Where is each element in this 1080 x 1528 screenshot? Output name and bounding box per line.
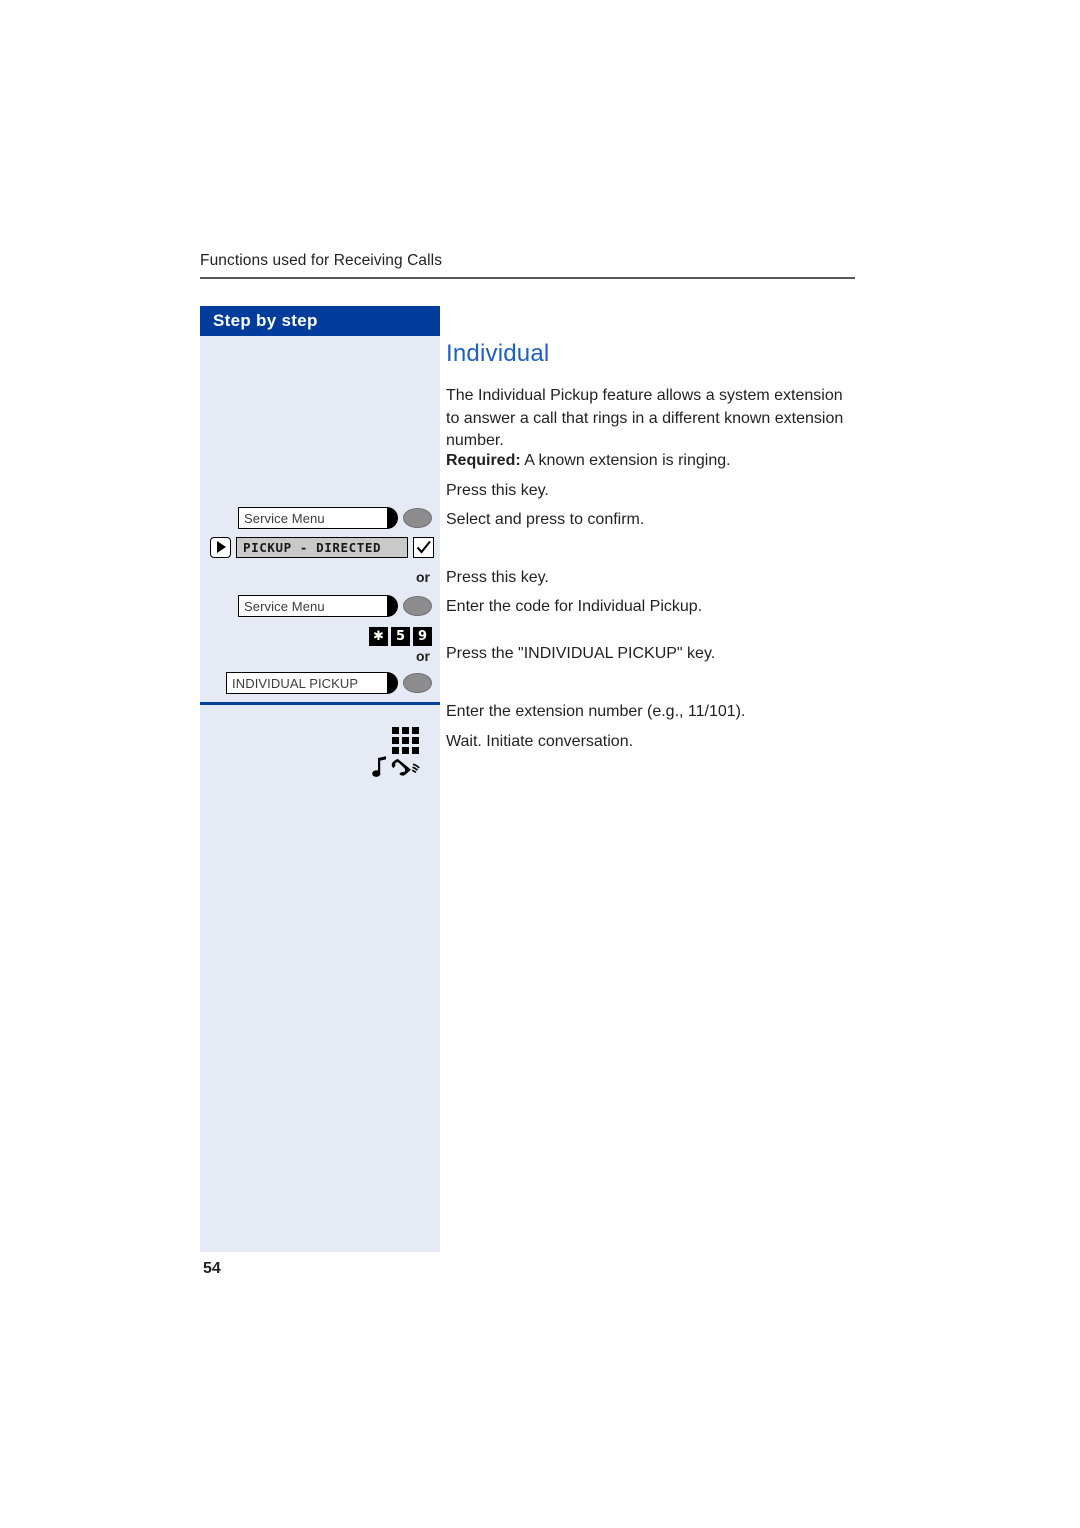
step-text-5: Press the "INDIVIDUAL PICKUP" key. [446, 645, 716, 662]
step-text-1: Press this key. [446, 482, 549, 499]
display-line-pickup-directed[interactable]: PICKUP - DIRECTED [210, 535, 434, 559]
sidebar-divider [200, 702, 440, 705]
step-by-step-panel: Step by step Service Menu PICKUP - DIREC… [200, 306, 440, 1252]
required-label: Required: [446, 452, 521, 469]
keypad-grid-icon [392, 726, 419, 754]
required-paragraph: Required: A known extension is ringing. [446, 450, 856, 473]
key-button-icon[interactable] [403, 673, 432, 693]
ringing-handset-icon [370, 755, 426, 788]
step-text-4: Enter the code for Individual Pickup. [446, 598, 703, 615]
step-by-step-title: Step by step [200, 306, 440, 336]
display-line-text: PICKUP - DIRECTED [236, 536, 408, 558]
step-text-6: Enter the extension number (e.g., 11/101… [446, 703, 746, 720]
step-text-3: Press this key. [446, 569, 549, 586]
step-by-step-body: Service Menu PICKUP - DIRECTED or Servic… [200, 336, 440, 1252]
right-arrow-glyph [217, 541, 226, 553]
service-menu-key-1[interactable]: Service Menu [238, 506, 432, 530]
checkmark-icon[interactable] [413, 536, 434, 558]
right-arrow-icon[interactable] [210, 536, 231, 558]
individual-pickup-key-label: INDIVIDUAL PICKUP [226, 672, 388, 694]
running-header: Functions used for Receiving Calls [200, 252, 855, 279]
header-divider [200, 277, 855, 279]
key-button-icon[interactable] [403, 508, 432, 528]
or-separator-1: or [416, 569, 430, 585]
keypad-grid-row [392, 726, 419, 754]
step-text-7: Wait. Initiate conversation. [446, 733, 634, 750]
page-number: 54 [203, 1260, 221, 1277]
service-menu-key-2[interactable]: Service Menu [238, 594, 432, 618]
service-menu-key-label-2: Service Menu [238, 595, 388, 617]
intro-paragraph: The Individual Pickup feature allows a s… [446, 387, 844, 449]
keypad-code-digits: ✱ 5 9 [369, 626, 432, 646]
keypad-digit-star: ✱ [369, 626, 388, 646]
running-header-text: Functions used for Receiving Calls [200, 252, 443, 269]
key-nose-icon [387, 595, 398, 617]
keypad-digit-9: 9 [413, 626, 432, 646]
key-nose-icon [387, 507, 398, 529]
page-title: Individual [446, 340, 550, 367]
content-column: Individual [446, 340, 856, 368]
or-separator-2: or [416, 648, 430, 664]
keypad-code-row: ✱ 5 9 [369, 624, 432, 648]
individual-pickup-key[interactable]: INDIVIDUAL PICKUP [226, 671, 432, 695]
service-menu-key-label-1: Service Menu [238, 507, 388, 529]
keypad-digit-5: 5 [391, 626, 410, 646]
required-text: A known extension is ringing. [520, 452, 731, 469]
ringing-handset-row [370, 755, 426, 783]
key-button-icon[interactable] [403, 596, 432, 616]
step-text-2: Select and press to confirm. [446, 511, 645, 528]
key-nose-icon [387, 672, 398, 694]
